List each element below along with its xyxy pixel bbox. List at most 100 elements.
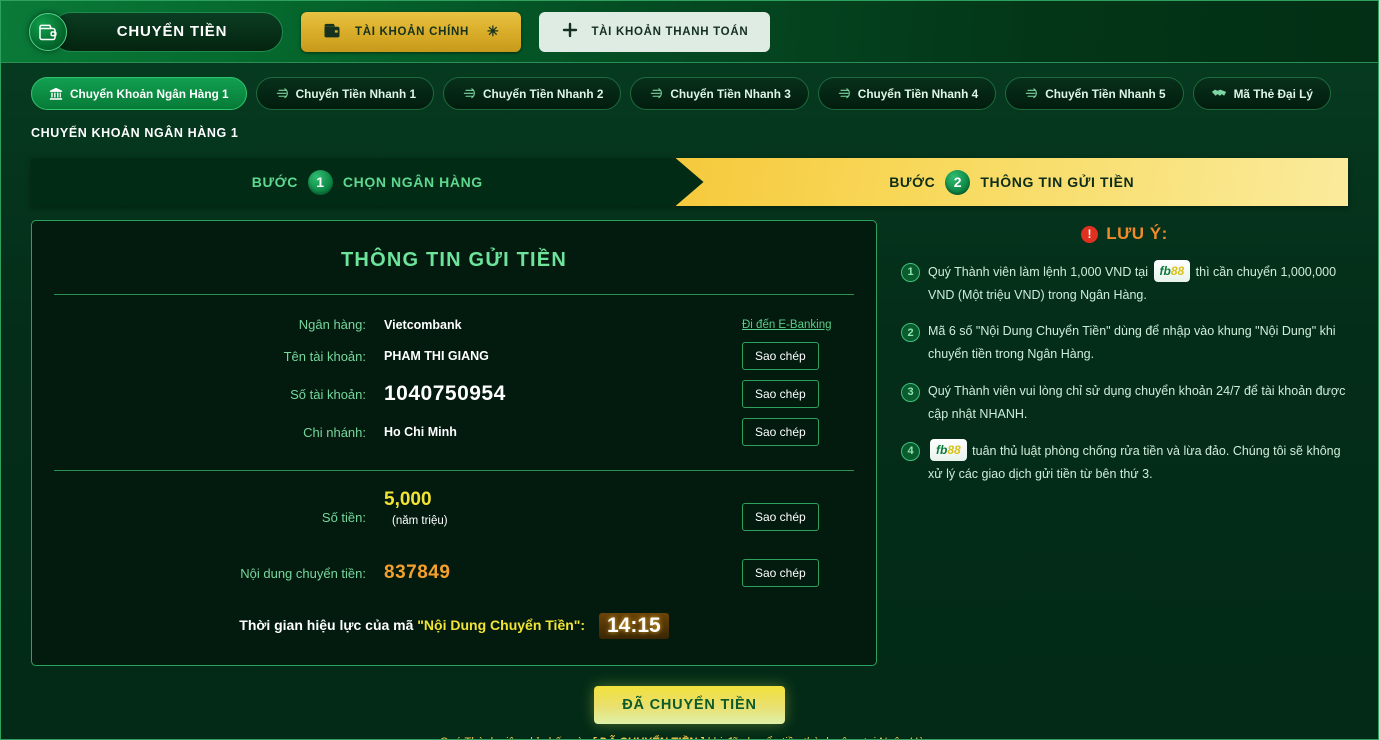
bank-value: Vietcombank: [384, 317, 462, 332]
handshake-icon: [1211, 87, 1227, 100]
bank-icon: [49, 87, 63, 101]
account-name-label: Tên tài khoản:: [283, 348, 366, 364]
row-amount: Số tiền: 5,000 (năm triệu) Sao chép: [54, 489, 854, 545]
fast-transfer-icon: [1023, 87, 1038, 100]
tab-label: Chuyển Tiền Nhanh 4: [857, 86, 979, 101]
notice-text-before: Quý Thành viên làm lệnh 1,000 VND tại: [928, 265, 1152, 279]
notice-item-3: 3 Quý Thành viên vui lòng chỉ sử dụng ch…: [901, 380, 1348, 426]
confirm-transfer-button[interactable]: ĐÃ CHUYỂN TIỀN: [594, 686, 785, 725]
notice-item-2: 2 Mã 6 số "Nội Dung Chuyển Tiền" dùng để…: [901, 320, 1348, 366]
tab-fast-transfer-3[interactable]: Chuyển Tiền Nhanh 3: [630, 77, 809, 110]
fb88-logo: fb88: [930, 438, 967, 461]
section-title: CHUYỂN KHOẢN NGÂN HÀNG 1: [31, 126, 239, 140]
amount-label: Số tiền:: [321, 509, 366, 525]
row-branch: Chi nhánh: Ho Chi Minh Sao chép: [54, 418, 854, 446]
notice-panel: ! LƯU Ý: 1 Quý Thành viên làm lệnh 1,000…: [901, 220, 1348, 666]
row-bank: Ngân hàng: Vietcombank Đi đến E-Banking: [54, 317, 854, 332]
branch-value: Ho Chi Minh: [384, 425, 457, 439]
row-transfer-content: Nội dung chuyển tiền: 837849 Sao chép: [54, 559, 854, 588]
copy-amount-button[interactable]: Sao chép: [742, 503, 819, 532]
step-1-prefix: BƯỚC: [251, 174, 298, 190]
main-content: THÔNG TIN GỬI TIỀN Ngân hàng: Vietcomban…: [31, 220, 1348, 667]
notice-text: Mã 6 số "Nội Dung Chuyển Tiền" dùng để n…: [928, 324, 1336, 362]
tab-label: Chuyển Tiền Nhanh 5: [1045, 86, 1166, 101]
fb88-logo: fb88: [1153, 260, 1191, 283]
tab-fast-transfer-1[interactable]: Chuyển Tiền Nhanh 1: [255, 77, 435, 110]
step-2-label: THÔNG TIN GỬI TIỀN: [980, 174, 1135, 190]
account-number-label: Số tài khoản:: [290, 386, 366, 402]
amount-value: 5,000: [384, 489, 432, 510]
tab-label: Chuyển Tiền Nhanh 1: [295, 86, 417, 101]
countdown-timer: 14:15: [598, 613, 669, 640]
copy-branch-button[interactable]: Sao chép: [742, 418, 819, 446]
main-account-label: TÀI KHOẢN CHÍNH: [355, 25, 469, 38]
branch-label: Chi nhánh:: [303, 424, 366, 440]
amount-value-wrap: 5,000 (năm triệu): [384, 489, 742, 545]
deposit-info-panel: THÔNG TIN GỬI TIỀN Ngân hàng: Vietcomban…: [31, 220, 877, 667]
notice-number: 2: [901, 323, 920, 343]
account-name-value: PHAM THI GIANG: [384, 349, 489, 363]
notice-text-after: tuân thủ luật phòng chống rửa tiền và lừ…: [928, 443, 1341, 481]
step-2-prefix: BƯỚC: [889, 174, 936, 190]
transfer-content-label: Nội dung chuyển tiền:: [240, 565, 366, 581]
fast-transfer-icon: [461, 87, 476, 100]
transfer-page: CHUYỂN TIỀN TÀI KHOẢN CHÍNH ✳ TÀI KHOẢN …: [0, 0, 1379, 740]
step-1-select-bank[interactable]: BƯỚC 1 CHỌN NGÂN HÀNG: [31, 158, 704, 206]
page-title: CHUYỂN TIỀN: [116, 23, 228, 40]
copy-transfer-content-button[interactable]: Sao chép: [742, 559, 819, 588]
tab-label: Chuyển Khoản Ngân Hàng 1: [70, 86, 229, 101]
copy-account-number-button[interactable]: Sao chép: [742, 380, 819, 408]
divider: [54, 470, 854, 471]
tab-label: Chuyển Tiền Nhanh 3: [670, 86, 791, 101]
bank-label: Ngân hàng:: [298, 317, 366, 332]
copy-account-name-button[interactable]: Sao chép: [742, 342, 819, 370]
countdown-row: Thời gian hiệu lực của mã "Nội Dung Chuy…: [54, 613, 854, 640]
fast-transfer-icon: [648, 87, 663, 100]
plus-icon: [561, 21, 579, 42]
payment-account-label: TÀI KHOẢN THANH TOÁN: [591, 25, 749, 38]
top-header-bar: CHUYỂN TIỀN TÀI KHOẢN CHÍNH ✳ TÀI KHOẢN …: [1, 1, 1378, 63]
page-title-chip: CHUYỂN TIỀN: [51, 11, 283, 52]
tab-fast-transfer-2[interactable]: Chuyển Tiền Nhanh 2: [443, 77, 622, 110]
ebanking-link[interactable]: Đi đến E-Banking: [742, 319, 832, 331]
footer-area: ĐÃ CHUYỂN TIỀN Quý Thành viên chỉ nhấp v…: [1, 686, 1378, 739]
tab-bank-transfer-1[interactable]: Chuyển Khoản Ngân Hàng 1: [31, 77, 247, 110]
transfer-method-tabs: Chuyển Khoản Ngân Hàng 1 Chuyển Tiền Nha…: [1, 63, 1378, 110]
exclamation-icon: !: [1081, 225, 1099, 243]
countdown-quoted-label: "Nội Dung Chuyển Tiền":: [417, 617, 586, 634]
step-1-number: 1: [308, 170, 333, 195]
step-indicator: BƯỚC 1 CHỌN NGÂN HÀNG BƯỚC 2 THÔNG TIN G…: [31, 158, 1348, 206]
notice-number: 1: [901, 263, 920, 282]
main-account-button[interactable]: TÀI KHOẢN CHÍNH ✳: [301, 11, 522, 52]
panel-title: THÔNG TIN GỬI TIỀN: [341, 249, 567, 271]
wallet-icon: [29, 12, 67, 51]
notice-item-4: 4 fb88 tuân thủ luật phòng chống rửa tiề…: [901, 438, 1348, 486]
tab-fast-transfer-5[interactable]: Chuyển Tiền Nhanh 5: [1005, 77, 1184, 110]
notice-number: 3: [901, 382, 920, 402]
fast-transfer-icon: [274, 87, 289, 100]
notice-text: Quý Thành viên vui lòng chỉ sử dụng chuy…: [928, 383, 1346, 421]
notice-title: LƯU Ý:: [1106, 224, 1168, 243]
payment-account-button[interactable]: TÀI KHOẢN THANH TOÁN: [539, 11, 771, 52]
tab-agent-card-code[interactable]: Mã Thẻ Đại Lý: [1192, 77, 1331, 110]
notice-item-1: 1 Quý Thành viên làm lệnh 1,000 VND tại …: [901, 260, 1348, 307]
transfer-content-value: 837849: [384, 562, 451, 584]
notice-text: Quý Thành viên làm lệnh 1,000 VND tại fb…: [928, 260, 1348, 307]
step-1-label: CHỌN NGÂN HÀNG: [342, 174, 483, 190]
account-number-value: 1040750954: [384, 382, 506, 405]
amount-note: (năm triệu): [392, 515, 448, 527]
tab-label: Mã Thẻ Đại Lý: [1233, 86, 1313, 101]
notice-number: 4: [901, 441, 920, 461]
step-2-number: 2: [945, 169, 971, 195]
star-icon: ✳: [487, 23, 500, 39]
wallet-icon: [323, 22, 343, 42]
step-2-deposit-info[interactable]: BƯỚC 2 THÔNG TIN GỬI TIỀN: [675, 158, 1348, 206]
divider: [54, 294, 854, 295]
row-account-name: Tên tài khoản: PHAM THI GIANG Sao chép: [54, 342, 854, 370]
fast-transfer-icon: [836, 87, 851, 100]
tab-fast-transfer-4[interactable]: Chuyển Tiền Nhanh 4: [817, 77, 997, 110]
tab-label: Chuyển Tiền Nhanh 2: [483, 86, 604, 101]
notice-title-row: ! LƯU Ý:: [901, 224, 1348, 244]
notice-text: fb88 tuân thủ luật phòng chống rửa tiền …: [928, 438, 1348, 486]
countdown-prefix: Thời gian hiệu lực của mã: [239, 617, 414, 634]
